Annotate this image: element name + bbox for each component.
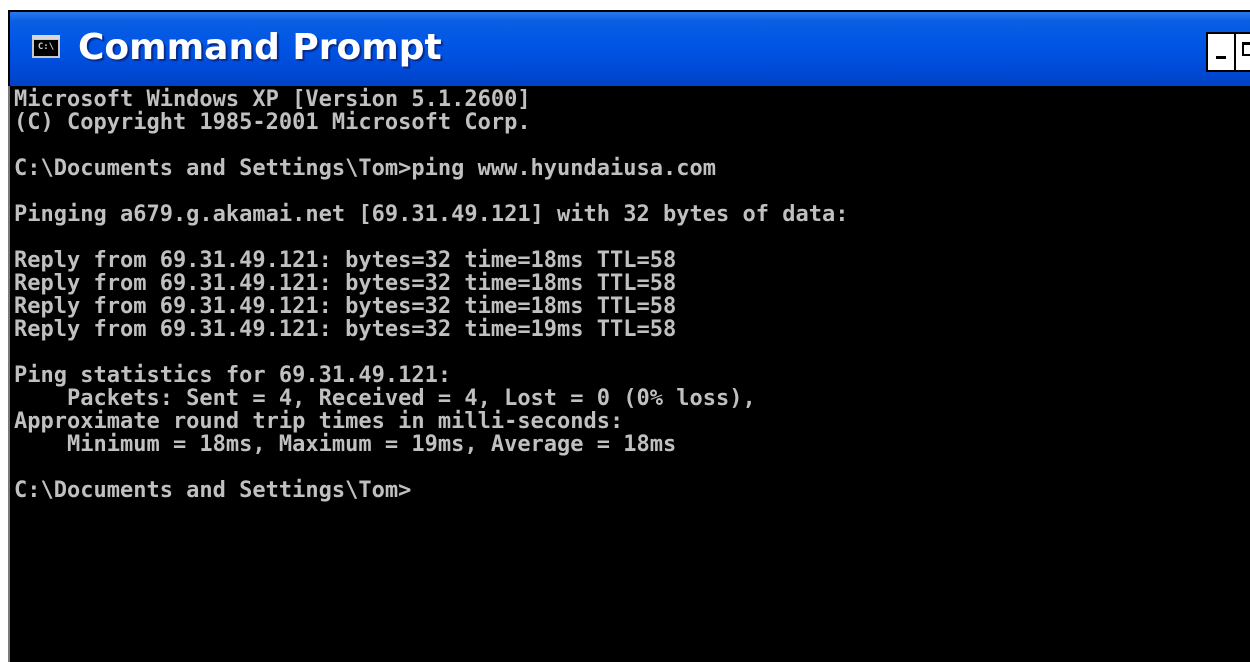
console-app-icon[interactable]: C:\ (32, 35, 60, 58)
minimize-icon (1216, 56, 1226, 59)
console-line-statistics-header: Ping statistics for 69.31.49.121: (14, 363, 452, 388)
maximize-button[interactable] (1234, 32, 1250, 72)
minimize-button[interactable] (1206, 32, 1236, 72)
console-line-rtt-header: Approximate round trip times in milli-se… (14, 409, 624, 434)
console-line-reply: Reply from 69.31.49.121: bytes=32 time=1… (14, 248, 677, 273)
console-line-copyright: (C) Copyright 1985-2001 Microsoft Corp. (14, 110, 531, 135)
command-prompt-window: C:\ Command Prompt Microsoft Windows XP … (0, 0, 1250, 662)
console-line-version: Microsoft Windows XP [Version 5.1.2600] (14, 87, 531, 112)
console-line-pinging: Pinging a679.g.akamai.net [69.31.49.121]… (14, 202, 849, 227)
console-line-reply: Reply from 69.31.49.121: bytes=32 time=1… (14, 317, 677, 342)
console-line-rtt-values: Minimum = 18ms, Maximum = 19ms, Average … (14, 432, 677, 457)
console-line-packets: Packets: Sent = 4, Received = 4, Lost = … (14, 386, 756, 411)
console-prompt[interactable]: C:\Documents and Settings\Tom> (14, 480, 411, 502)
title-bar[interactable]: C:\ Command Prompt (8, 10, 1250, 86)
window-title: Command Prompt (78, 27, 442, 68)
console-line-ping-command: C:\Documents and Settings\Tom>ping www.h… (14, 156, 716, 181)
maximize-icon (1242, 42, 1250, 56)
console-line-reply: Reply from 69.31.49.121: bytes=32 time=1… (14, 294, 677, 319)
console-line-reply: Reply from 69.31.49.121: bytes=32 time=1… (14, 271, 677, 296)
console-output[interactable]: Microsoft Windows XP [Version 5.1.2600] … (8, 86, 1250, 662)
